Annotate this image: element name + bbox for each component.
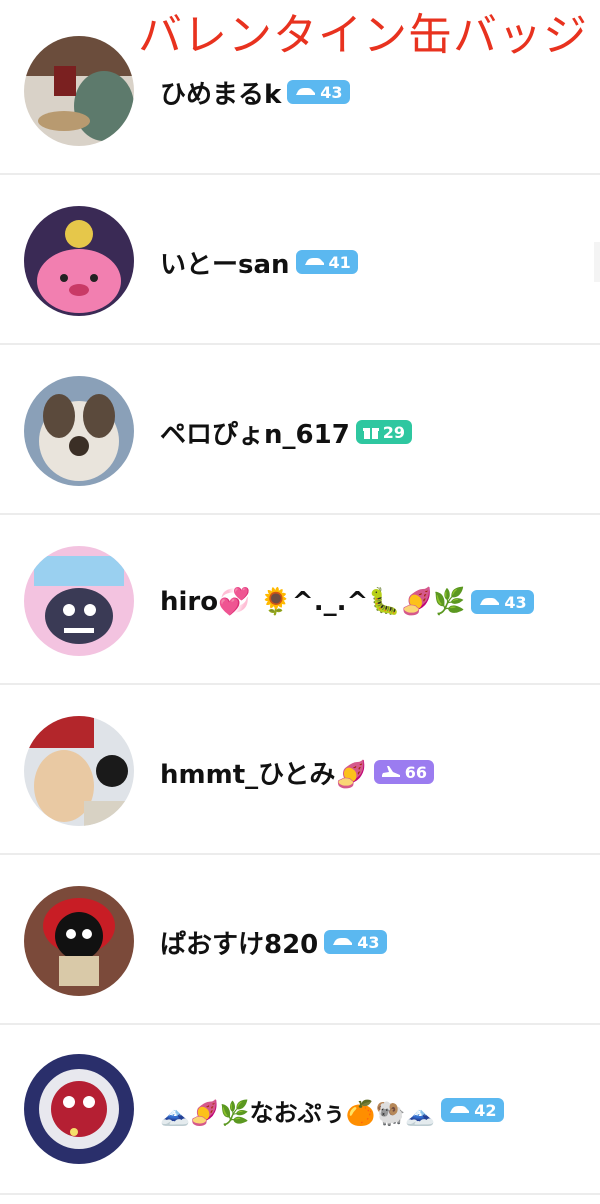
username[interactable]: ペロぴょn_617 (160, 414, 350, 451)
list-item[interactable]: いとーsan 41 (0, 176, 600, 345)
name-line: hiro💞 🌻^._.^🐛🍠🌿 43 (160, 582, 534, 622)
car-icon (333, 938, 353, 945)
avatar[interactable] (24, 376, 134, 486)
name-line: ひめまるk 43 (160, 72, 350, 112)
car-icon (450, 1106, 470, 1113)
plane-icon (381, 766, 400, 777)
level-badge: 43 (324, 930, 387, 954)
list-item[interactable]: ぱおすけ820 43 (0, 856, 600, 1025)
name-line: ペロぴょn_617 29 (160, 412, 413, 452)
name-line: いとーsan 41 (160, 242, 358, 282)
name-line: hmmt_ひとみ🍠 66 (160, 752, 434, 792)
list-item[interactable]: 🗻🍠🌿なおぷぅ🍊🐏🗻 42 (0, 1026, 600, 1195)
badge-value: 43 (320, 82, 343, 102)
level-badge: 43 (287, 80, 350, 104)
list-item[interactable]: ペロぴょn_617 29 (0, 346, 600, 515)
avatar[interactable] (24, 716, 134, 826)
avatar[interactable] (24, 36, 134, 146)
avatar[interactable] (24, 1054, 134, 1164)
avatar[interactable] (24, 206, 134, 316)
username[interactable]: ひめまるk (160, 74, 281, 111)
gift-icon (362, 428, 379, 439)
car-icon (304, 258, 324, 265)
name-line: ぱおすけ820 43 (160, 922, 387, 962)
badge-value: 43 (504, 592, 527, 612)
edge-mark (594, 242, 600, 282)
badge-value: 29 (382, 422, 406, 442)
username[interactable]: いとーsan (160, 244, 290, 281)
username[interactable]: hmmt_ひとみ🍠 (160, 754, 368, 791)
car-icon (480, 598, 500, 605)
badge-value: 43 (357, 932, 380, 952)
badge-value: 41 (328, 252, 351, 272)
level-badge: 29 (355, 420, 413, 444)
overlay-title: バレンタイン缶バッジ (138, 10, 588, 61)
level-badge: 41 (295, 250, 358, 274)
car-icon (296, 88, 316, 95)
level-badge: 43 (471, 590, 534, 614)
level-badge: 66 (373, 760, 434, 784)
list-item[interactable]: hmmt_ひとみ🍠 66 (0, 686, 600, 855)
name-line: 🗻🍠🌿なおぷぅ🍊🐏🗻 42 (160, 1090, 504, 1130)
username[interactable]: ぱおすけ820 (160, 924, 318, 961)
username[interactable]: hiro💞 🌻^._.^🐛🍠🌿 (160, 587, 465, 617)
level-badge: 42 (441, 1098, 504, 1122)
list-item[interactable]: hiro💞 🌻^._.^🐛🍠🌿 43 (0, 516, 600, 685)
badge-value: 42 (474, 1100, 497, 1120)
avatar[interactable] (24, 546, 134, 656)
badge-value: 66 (404, 762, 427, 782)
username[interactable]: 🗻🍠🌿なおぷぅ🍊🐏🗻 (160, 1093, 435, 1128)
avatar[interactable] (24, 886, 134, 996)
